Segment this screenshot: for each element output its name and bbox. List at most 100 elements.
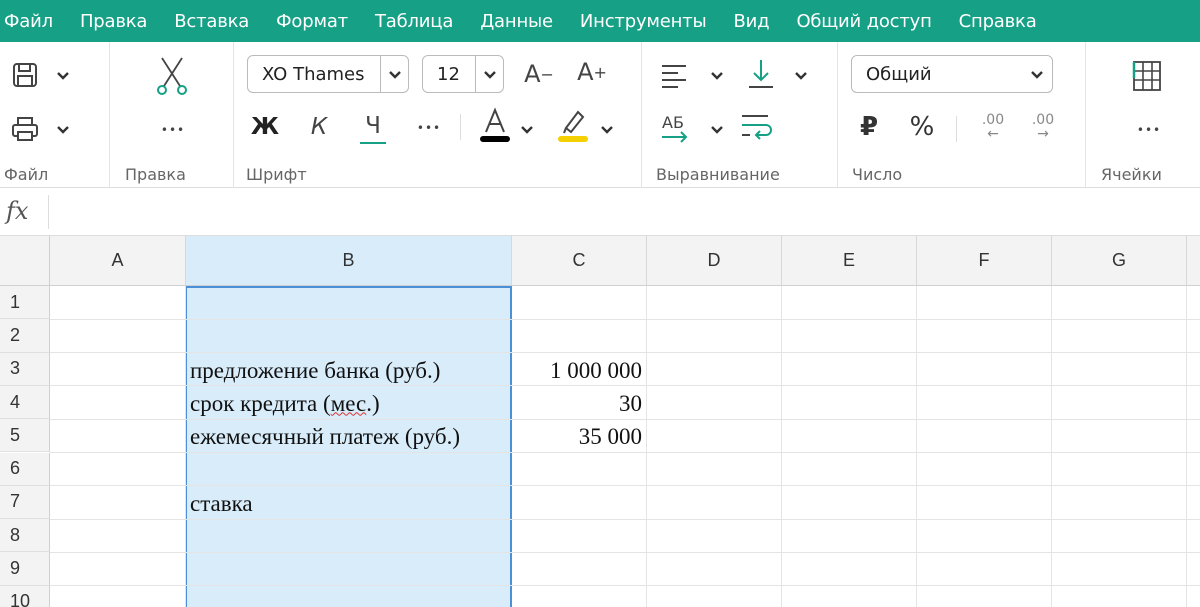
gridline	[50, 485, 1200, 486]
font-size-chevron-down-icon[interactable]	[475, 56, 503, 92]
svg-text:АБ: АБ	[662, 113, 684, 132]
row-header-5[interactable]: 5	[0, 419, 50, 453]
gridline	[1051, 286, 1052, 607]
column-header-b[interactable]: B	[186, 236, 512, 286]
gridline	[646, 286, 647, 607]
cells-more-icon[interactable]: •••	[1134, 120, 1164, 140]
number-divider	[956, 116, 957, 142]
menu-tools[interactable]: Инструменты	[580, 11, 707, 32]
gridline	[50, 552, 1200, 553]
menu-view[interactable]: Вид	[734, 11, 770, 32]
column-header-c[interactable]: C	[512, 236, 647, 286]
cell-b3[interactable]: предложение банка (руб.)	[190, 354, 508, 387]
menu-edit[interactable]: Правка	[80, 11, 148, 32]
text-direction-icon[interactable]: АБ	[658, 110, 692, 144]
row-header-8[interactable]: 8	[0, 519, 50, 553]
ribbon-group-file: Файл	[0, 42, 110, 188]
row-header-3[interactable]: 3	[0, 352, 50, 386]
bold-button[interactable]: Ж	[251, 112, 279, 142]
gridline	[185, 286, 186, 607]
group-label-cells: Ячейки	[1101, 165, 1162, 184]
number-format-select[interactable]: Общий	[851, 55, 1053, 93]
underline-button[interactable]: Ч	[360, 110, 386, 144]
row-header-6[interactable]: 6	[0, 452, 50, 486]
group-label-number: Число	[852, 165, 903, 184]
ribbon-group-align: АБ Выравнивание	[642, 42, 838, 188]
font-name-select[interactable]: XO Thames	[247, 55, 409, 93]
column-header-f[interactable]: F	[917, 236, 1052, 286]
font-color-chevron-down-icon[interactable]	[520, 122, 534, 136]
gridline	[50, 319, 1200, 320]
column-header-h-partial[interactable]	[1187, 236, 1200, 286]
wrap-text-icon[interactable]	[740, 112, 774, 142]
formula-bar-divider	[48, 195, 49, 229]
font-name-value: XO Thames	[262, 63, 365, 85]
cell-b4-text-start: срок кредита (	[190, 390, 331, 416]
print-chevron-down-icon[interactable]	[56, 122, 70, 136]
cut-icon[interactable]	[154, 56, 190, 96]
align-bottom-icon[interactable]	[746, 58, 776, 90]
menu-data[interactable]: Данные	[480, 11, 553, 32]
cell-b7[interactable]: ставка	[190, 487, 508, 520]
cell-b5[interactable]: ежемесячный платеж (руб.)	[190, 420, 508, 453]
text-direction-chevron-down-icon[interactable]	[710, 122, 724, 136]
number-format-value: Общий	[866, 63, 932, 85]
shrink-font-icon[interactable]: A −	[522, 58, 556, 90]
column-header-g[interactable]: G	[1052, 236, 1187, 286]
row-header-7[interactable]: 7	[0, 485, 50, 520]
row-header-1[interactable]: 1	[0, 286, 50, 320]
row-header-4[interactable]: 4	[0, 385, 50, 420]
save-chevron-down-icon[interactable]	[56, 68, 70, 82]
ribbon-group-cells: ••• Ячейки	[1086, 42, 1200, 188]
highlight-color-icon[interactable]	[556, 106, 590, 144]
select-all-corner[interactable]	[0, 236, 50, 286]
cell-b4[interactable]: срок кредита (мес.)	[190, 387, 508, 420]
gridline	[50, 585, 1200, 586]
menu-file[interactable]: Файл	[4, 11, 53, 32]
ribbon-group-number: Общий ₽ % .00 ← .00 → Число	[838, 42, 1086, 188]
gridline	[916, 286, 917, 607]
save-icon[interactable]	[10, 60, 40, 90]
font-color-icon[interactable]	[478, 106, 512, 144]
edit-more-icon[interactable]: •••	[158, 120, 188, 140]
number-format-chevron-down-icon[interactable]	[1030, 67, 1044, 81]
menu-help[interactable]: Справка	[959, 11, 1037, 32]
highlight-chevron-down-icon[interactable]	[600, 122, 614, 136]
cell-c4[interactable]: 30	[516, 387, 642, 420]
table-cells-icon[interactable]	[1130, 58, 1164, 94]
fx-icon: fx	[6, 197, 29, 225]
italic-button[interactable]: К	[306, 112, 332, 142]
ribbon: Файл ••• Правка XO Thames 12 A − A + Ж К Ч…	[0, 42, 1200, 188]
font-size-select[interactable]: 12	[422, 55, 504, 93]
row-header-2[interactable]: 2	[0, 319, 50, 353]
font-divider	[460, 114, 461, 140]
decrease-decimal-icon[interactable]: .00 ←	[976, 108, 1010, 144]
currency-button[interactable]: ₽	[856, 110, 882, 144]
row-header-10[interactable]: 10	[0, 585, 50, 607]
ribbon-group-edit: ••• Правка	[110, 42, 234, 188]
column-header-e[interactable]: E	[782, 236, 917, 286]
row-header-9[interactable]: 9	[0, 552, 50, 586]
align-left-icon[interactable]	[660, 62, 690, 88]
grow-font-icon[interactable]: A +	[574, 56, 610, 88]
percent-button[interactable]: %	[906, 110, 938, 144]
cell-b4-spellcheck: мес	[330, 390, 367, 416]
font-size-value: 12	[437, 63, 460, 85]
increase-decimal-icon[interactable]: .00 →	[1026, 108, 1060, 144]
menu-insert[interactable]: Вставка	[174, 11, 249, 32]
gridline	[781, 286, 782, 607]
menu-table[interactable]: Таблица	[375, 11, 453, 32]
font-name-chevron-down-icon[interactable]	[380, 56, 408, 92]
spreadsheet-grid: A B C D E F G 1 2 3 4 5 6 7 8 9 10 предл…	[0, 236, 1200, 607]
align-chevron-down-icon[interactable]	[710, 68, 724, 82]
menu-format[interactable]: Формат	[276, 11, 348, 32]
print-icon[interactable]	[10, 114, 40, 144]
group-label-file: Файл	[4, 165, 49, 184]
font-more-icon[interactable]: •••	[414, 118, 444, 138]
menu-sharing[interactable]: Общий доступ	[796, 11, 931, 32]
valign-chevron-down-icon[interactable]	[794, 68, 808, 82]
column-header-a[interactable]: A	[50, 236, 186, 286]
cell-c3[interactable]: 1 000 000	[516, 354, 642, 387]
cell-c5[interactable]: 35 000	[516, 420, 642, 453]
column-header-d[interactable]: D	[647, 236, 782, 286]
